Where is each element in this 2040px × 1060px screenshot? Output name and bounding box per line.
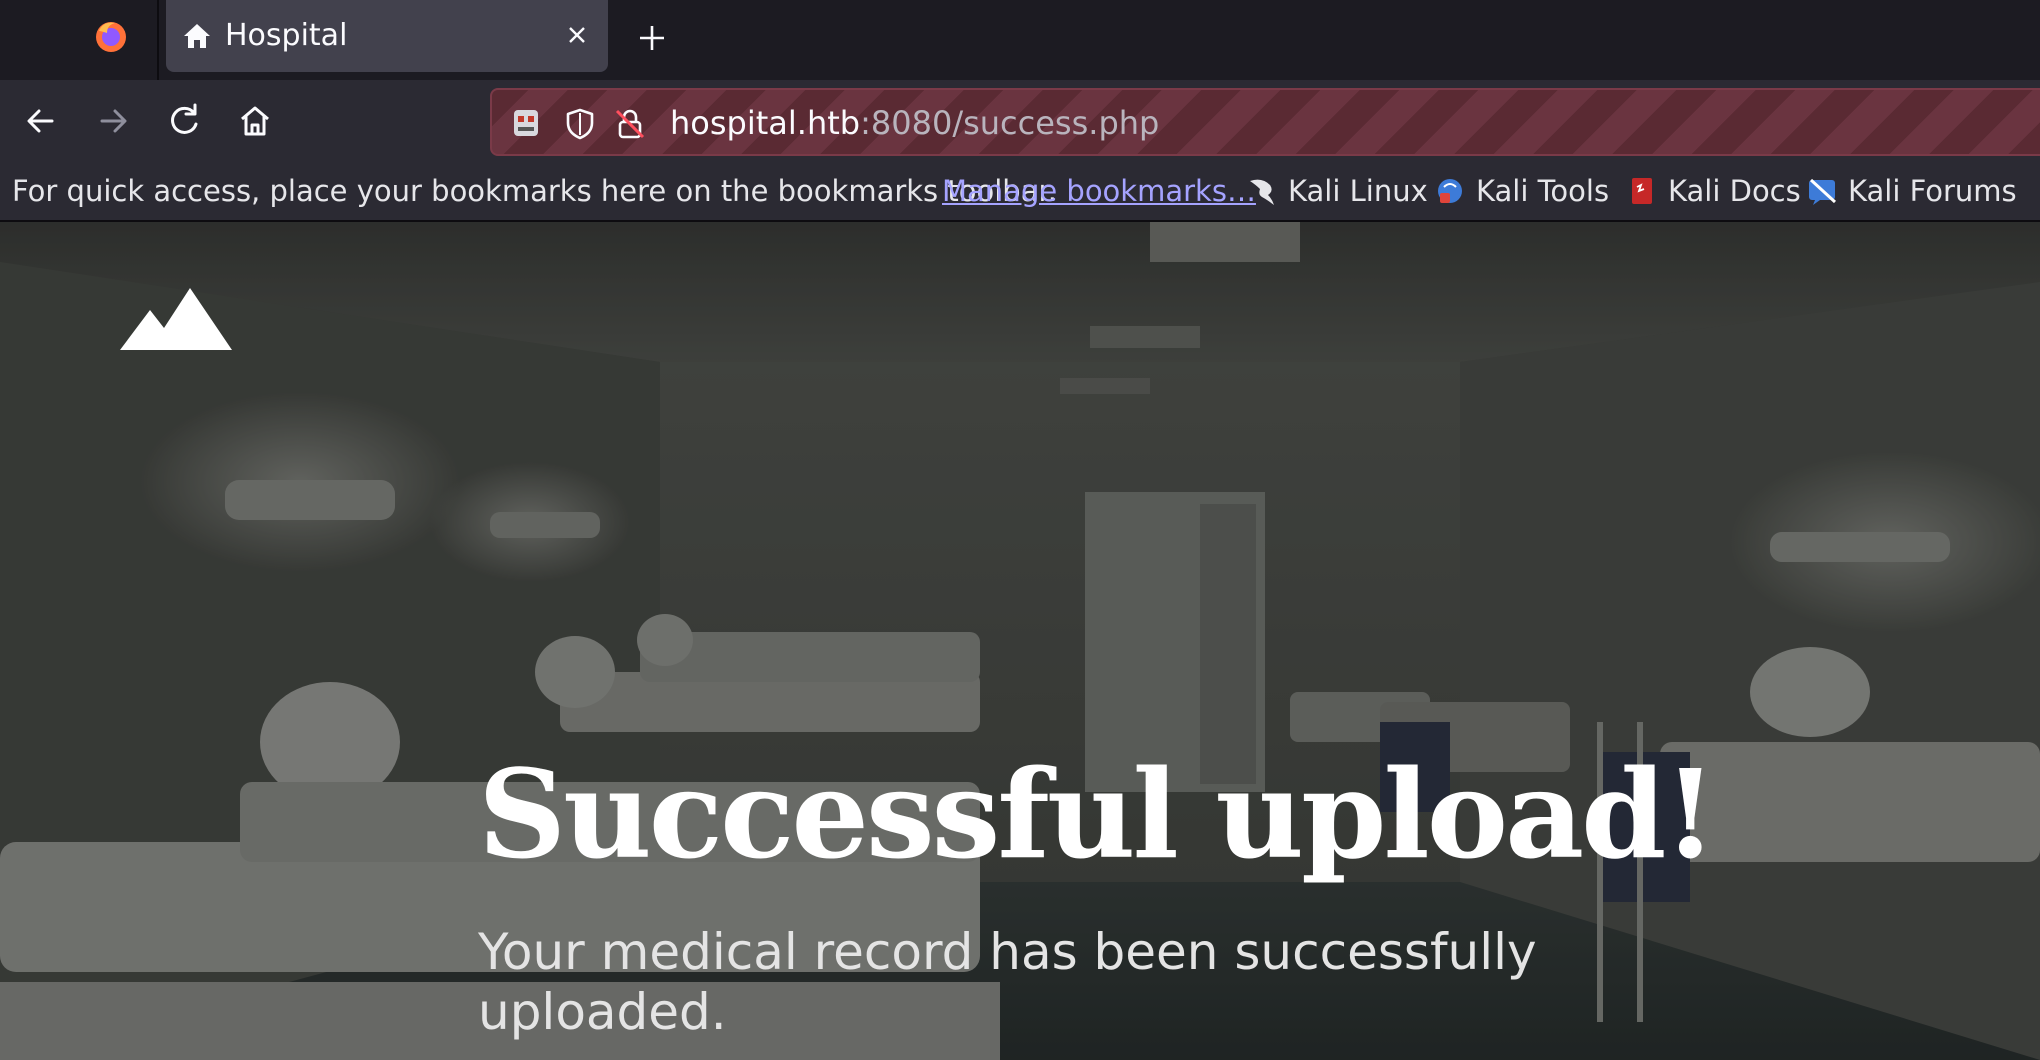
kali-docs-icon — [1632, 178, 1652, 204]
close-icon[interactable] — [562, 20, 592, 50]
home-icon[interactable] — [234, 100, 276, 142]
manage-bookmarks-link[interactable]: Manage bookmarks… — [942, 174, 1256, 208]
url-text: hospital.htb:8080/success.php — [670, 104, 1159, 142]
success-message: Your medical record has been successfull… — [478, 923, 1537, 1041]
page-title: Successful upload! — [478, 742, 1717, 886]
address-bar[interactable]: hospital.htb:8080/success.php — [490, 88, 2040, 156]
bookmark-kali-tools[interactable]: Kali Tools — [1434, 174, 1609, 208]
shield-icon[interactable] — [562, 106, 598, 142]
bookmark-kali-docs[interactable]: Kali Docs — [1626, 174, 1801, 208]
tab-title: Hospital — [225, 18, 348, 53]
page-viewport: Successful upload! Your medical record h… — [0, 222, 2040, 1060]
forward-icon[interactable] — [92, 100, 134, 142]
tab-separator — [157, 0, 159, 80]
mountain-logo-icon[interactable] — [120, 288, 232, 350]
navigation-toolbar: hospital.htb:8080/success.php — [0, 80, 2040, 162]
tab-hospital[interactable]: Hospital — [166, 0, 608, 72]
bookmark-label: Kali Forums — [1848, 174, 2017, 208]
bookmarks-hint: For quick access, place your bookmarks h… — [12, 174, 1057, 208]
url-host: hospital.htb — [670, 104, 861, 142]
new-tab-icon[interactable] — [634, 20, 670, 56]
kali-forums-icon — [1809, 178, 1837, 205]
bookmark-label: Kali Docs — [1668, 174, 1801, 208]
bookmarks-toolbar: For quick access, place your bookmarks h… — [0, 162, 2040, 222]
home-icon — [184, 24, 210, 48]
url-path: :8080/success.php — [860, 104, 1160, 142]
reload-icon[interactable] — [163, 100, 205, 142]
bookmark-label: Kali Tools — [1476, 174, 1610, 208]
tab-strip: Hospital — [0, 0, 2040, 80]
insecure-lock-icon[interactable] — [612, 106, 648, 142]
kali-dragon-icon — [1250, 179, 1274, 205]
bookmark-label: Kali Linux — [1288, 174, 1428, 208]
bookmark-kali-forums[interactable]: Kali Forums — [1806, 174, 2017, 208]
robot-mask-icon[interactable] — [508, 106, 544, 142]
back-icon[interactable] — [20, 100, 62, 142]
bookmark-kali-linux[interactable]: Kali Linux — [1246, 174, 1428, 208]
firefox-icon[interactable] — [93, 19, 129, 55]
kali-tools-icon — [1438, 179, 1462, 203]
